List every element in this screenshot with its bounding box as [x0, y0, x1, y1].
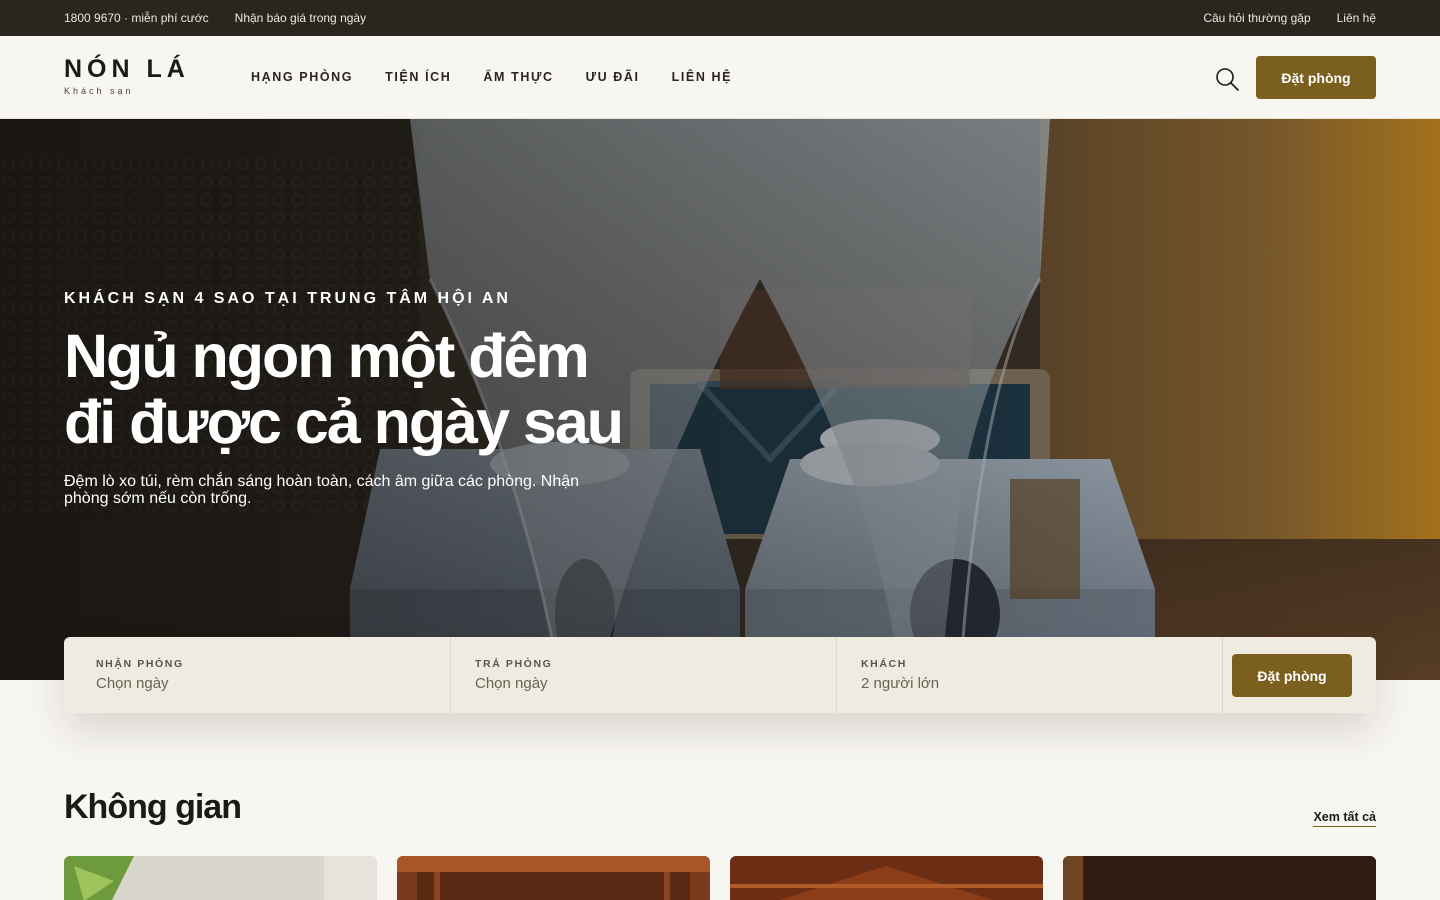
space-card-4-image	[1063, 856, 1376, 900]
main-nav: HẠNG PHÒNG TIỆN ÍCH ẨM THỰC ƯU ĐÃI LIÊN …	[251, 70, 732, 84]
space-card-1-image	[64, 856, 377, 900]
logo-name: NÓN LÁ	[64, 55, 190, 83]
booking-action: Đặt phòng	[1223, 637, 1376, 713]
space-card-1[interactable]	[64, 856, 377, 900]
contact-link[interactable]: Liên hệ	[1337, 11, 1376, 25]
checkout-field[interactable]: TRẢ PHÒNG Chọn ngày	[451, 637, 837, 713]
space-card-3[interactable]	[730, 856, 1043, 900]
logo-tagline: Khách sạn	[64, 86, 134, 96]
nav-item-room-types[interactable]: HẠNG PHÒNG	[251, 70, 353, 84]
checkout-value[interactable]: Chọn ngày	[475, 675, 836, 692]
hero-kicker: KHÁCH SẠN 4 SAO TẠI TRUNG TÂM HỘI AN	[64, 290, 511, 307]
see-all-link[interactable]: Xem tất cả	[1313, 810, 1376, 827]
logo[interactable]: NÓN LÁ Khách sạn	[64, 56, 190, 96]
guests-field[interactable]: KHÁCH 2 người lớn	[837, 637, 1223, 713]
space-card-4[interactable]	[1063, 856, 1376, 900]
booking-bar: NHẬN PHÒNG Chọn ngày TRẢ PHÒNG Chọn ngày…	[64, 637, 1376, 713]
utility-left: 1800 9670 · miễn phí cước Nhận báo giá t…	[64, 11, 366, 25]
hero-title-line-2: đi được cả ngày sau	[64, 388, 624, 456]
guests-value[interactable]: 2 người lớn	[861, 675, 1222, 692]
hotline-text: 1800 9670 · miễn phí cước	[64, 11, 209, 25]
hero-description: Đệm lò xo túi, rèm chắn sáng hoàn toàn, …	[64, 473, 580, 507]
space-card-2[interactable]	[397, 856, 710, 900]
checkout-label: TRẢ PHÒNG	[475, 658, 553, 670]
utility-bar: 1800 9670 · miễn phí cước Nhận báo giá t…	[0, 0, 1440, 36]
search-icon	[1216, 68, 1239, 91]
space-card-3-image	[730, 856, 1043, 900]
hero: KHÁCH SẠN 4 SAO TẠI TRUNG TÂM HỘI AN Ngủ…	[0, 119, 1440, 680]
search-button[interactable]	[1214, 66, 1240, 92]
quote-text: Nhận báo giá trong ngày	[234, 11, 367, 25]
section-title-spaces: Không gian	[64, 788, 242, 826]
hero-title: Ngủ ngon một đêm đi được cả ngày sau	[64, 323, 764, 455]
checkin-label: NHẬN PHÒNG	[96, 658, 184, 670]
space-card-2-image	[397, 856, 710, 900]
guests-label: KHÁCH	[861, 658, 907, 670]
site-header: NÓN LÁ Khách sạn HẠNG PHÒNG TIỆN ÍCH ẨM …	[0, 36, 1440, 119]
nav-item-dining[interactable]: ẨM THỰC	[483, 70, 553, 84]
hero-title-line-1: Ngủ ngon một đêm	[64, 322, 590, 390]
checkin-field[interactable]: NHẬN PHÒNG Chọn ngày	[64, 637, 451, 713]
nav-item-amenities[interactable]: TIỆN ÍCH	[385, 70, 451, 84]
nav-item-offers[interactable]: ƯU ĐÃI	[586, 70, 640, 84]
nav-item-contact[interactable]: LIÊN HỆ	[672, 70, 733, 84]
checkin-value[interactable]: Chọn ngày	[96, 675, 450, 692]
book-now-button[interactable]: Đặt phòng	[1256, 56, 1376, 99]
spaces-cards	[64, 856, 1376, 900]
booking-submit-button[interactable]: Đặt phòng	[1232, 654, 1352, 697]
faq-link[interactable]: Câu hỏi thường gặp	[1203, 11, 1310, 25]
utility-right: Câu hỏi thường gặp Liên hệ	[1203, 11, 1376, 25]
